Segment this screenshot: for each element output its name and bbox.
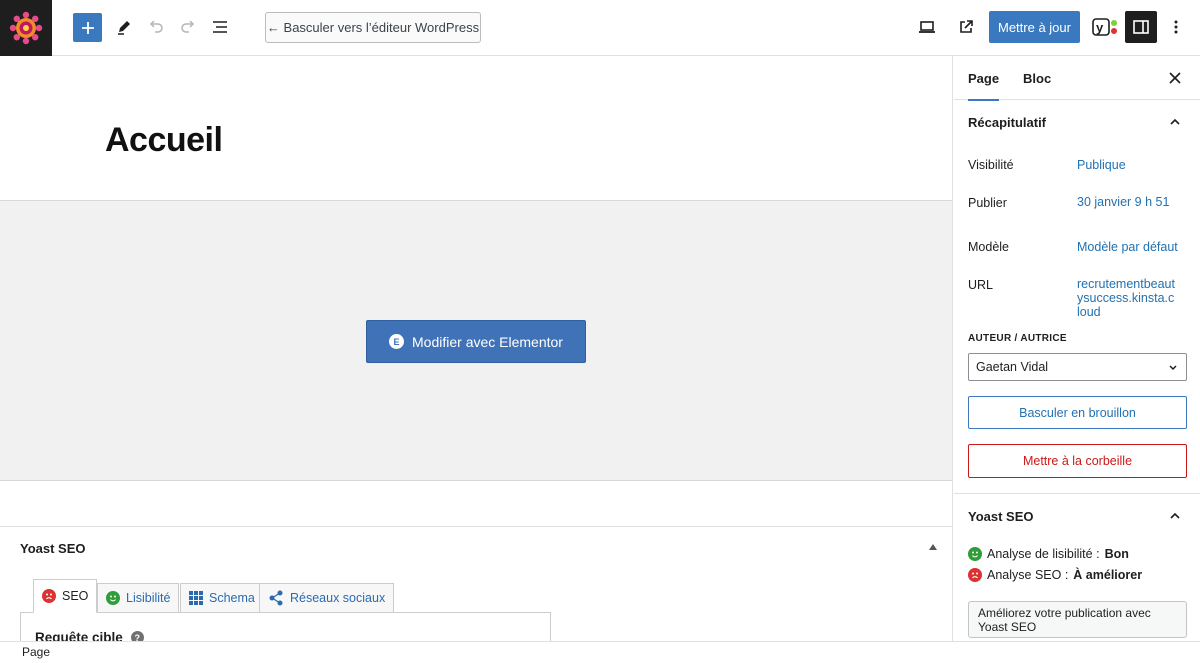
- document-overview-button[interactable]: [204, 11, 236, 43]
- external-link-icon: [960, 20, 973, 33]
- help-icon[interactable]: ?: [130, 631, 144, 641]
- readability-analysis: Analyse de lisibilité : Bon: [968, 547, 1129, 561]
- seo-analysis-label: Analyse SEO :: [987, 568, 1069, 582]
- sad-face-icon: [968, 568, 982, 582]
- publish-date-value[interactable]: 30 janvier 9 h 51: [1077, 195, 1187, 209]
- view-page-button[interactable]: [950, 11, 982, 43]
- redo-icon: [181, 20, 195, 33]
- yoast-metabox: Yoast SEO SEO Lisibilité Schema Réseaux …: [0, 526, 952, 641]
- author-label: AUTEUR / AUTRICE: [968, 333, 1067, 344]
- tab-schema[interactable]: Schema: [180, 583, 264, 613]
- tab-seo-label: SEO: [62, 589, 89, 603]
- redo-button[interactable]: [172, 11, 204, 43]
- chevron-down-icon: [1169, 365, 1177, 371]
- readability-analysis-value: Bon: [1104, 547, 1129, 561]
- site-logo[interactable]: [0, 0, 52, 56]
- smile-face-icon: [968, 547, 982, 561]
- visibility-value[interactable]: Publique: [1077, 158, 1181, 172]
- svg-text:y: y: [1096, 20, 1104, 35]
- tools-button[interactable]: [108, 11, 140, 43]
- update-button[interactable]: Mettre à jour: [989, 11, 1080, 43]
- section-divider: [954, 493, 1200, 494]
- plus-icon: [81, 21, 94, 34]
- share-icon: [269, 590, 283, 606]
- undo-icon: [149, 20, 163, 33]
- template-value[interactable]: Modèle par défaut: [1077, 240, 1187, 254]
- undo-button[interactable]: [140, 11, 172, 43]
- focus-keyphrase-text: Requête cible: [35, 630, 123, 641]
- pencil-icon: [118, 21, 130, 35]
- seo-analysis: Analyse SEO : À améliorer: [968, 568, 1142, 582]
- sidebar-toggle-icon: [1133, 20, 1149, 34]
- switch-to-wordpress-editor-button[interactable]: ← Basculer vers l’éditeur WordPress: [265, 12, 481, 43]
- options-button[interactable]: [1160, 11, 1192, 43]
- yoast-panel-title[interactable]: Yoast SEO: [968, 509, 1034, 524]
- elementor-placeholder: E Modifier avec Elementor: [0, 200, 952, 481]
- laptop-icon: [919, 21, 935, 33]
- switch-to-draft-button[interactable]: Basculer en brouillon: [968, 396, 1187, 429]
- block-breadcrumb: Page: [0, 641, 1200, 663]
- author-select-value: Gaetan Vidal: [976, 360, 1049, 374]
- close-sidebar-button[interactable]: [1166, 69, 1184, 87]
- grid-icon: [189, 591, 203, 605]
- close-icon: [1169, 72, 1181, 84]
- yoast-button[interactable]: y: [1088, 11, 1120, 43]
- more-vertical-icon: [1174, 20, 1178, 34]
- add-block-button[interactable]: [73, 13, 102, 42]
- list-view-icon: [213, 21, 227, 33]
- yoast-logo-icon: y: [1092, 18, 1117, 36]
- seo-analysis-value: À améliorer: [1073, 568, 1143, 582]
- visibility-label: Visibilité: [968, 158, 1014, 172]
- smile-face-icon: [106, 591, 120, 605]
- elementor-icon: E: [389, 334, 405, 349]
- sad-face-icon: [42, 589, 56, 603]
- settings-button[interactable]: [1125, 11, 1157, 43]
- edit-with-elementor-label: Modifier avec Elementor: [412, 333, 563, 350]
- summary-panel-title[interactable]: Récapitulatif: [968, 115, 1046, 130]
- tab-seo[interactable]: SEO: [33, 579, 98, 613]
- mandala-logo-icon: [9, 11, 43, 45]
- publish-label: Publier: [968, 196, 1007, 210]
- improve-with-yoast-button[interactable]: Améliorez votre publication avec Yoast S…: [968, 601, 1187, 638]
- page-title[interactable]: Accueil: [105, 121, 223, 160]
- url-label: URL: [968, 278, 994, 292]
- url-value[interactable]: recrutementbeautysuccess.kinsta.cloud: [1077, 277, 1177, 319]
- tab-social-label: Réseaux sociaux: [290, 591, 386, 605]
- move-to-trash-button[interactable]: Mettre à la corbeille: [968, 444, 1187, 478]
- preview-button[interactable]: [911, 11, 943, 43]
- chevron-up-icon[interactable]: [1168, 509, 1182, 523]
- sidebar-tabs: Page Bloc: [954, 56, 1200, 101]
- tab-readability-label: Lisibilité: [126, 591, 171, 605]
- tab-readability[interactable]: Lisibilité: [97, 583, 180, 613]
- chevron-up-icon[interactable]: [1168, 115, 1182, 129]
- collapse-caret-icon[interactable]: [929, 544, 937, 550]
- tab-page[interactable]: Page: [968, 56, 1000, 101]
- author-select[interactable]: Gaetan Vidal: [968, 353, 1187, 381]
- readability-analysis-label: Analyse de lisibilité :: [987, 547, 1100, 561]
- edit-with-elementor-button[interactable]: E Modifier avec Elementor: [366, 320, 586, 363]
- tab-block[interactable]: Bloc: [1023, 56, 1051, 100]
- focus-keyphrase-label: Requête cible ?: [35, 630, 144, 641]
- editor-toolbar: ← Basculer vers l’éditeur WordPress Mett…: [0, 0, 1200, 56]
- tab-social[interactable]: Réseaux sociaux: [259, 583, 395, 613]
- breadcrumb-item-page[interactable]: Page: [22, 645, 50, 659]
- tab-schema-label: Schema: [209, 591, 255, 605]
- yoast-metabox-title: Yoast SEO: [20, 541, 86, 556]
- editor-canvas: Accueil E Modifier avec Elementor Yoast …: [0, 56, 953, 641]
- template-label: Modèle: [968, 240, 1009, 254]
- settings-sidebar: Page Bloc Récapitulatif Visibilité Publi…: [954, 56, 1200, 641]
